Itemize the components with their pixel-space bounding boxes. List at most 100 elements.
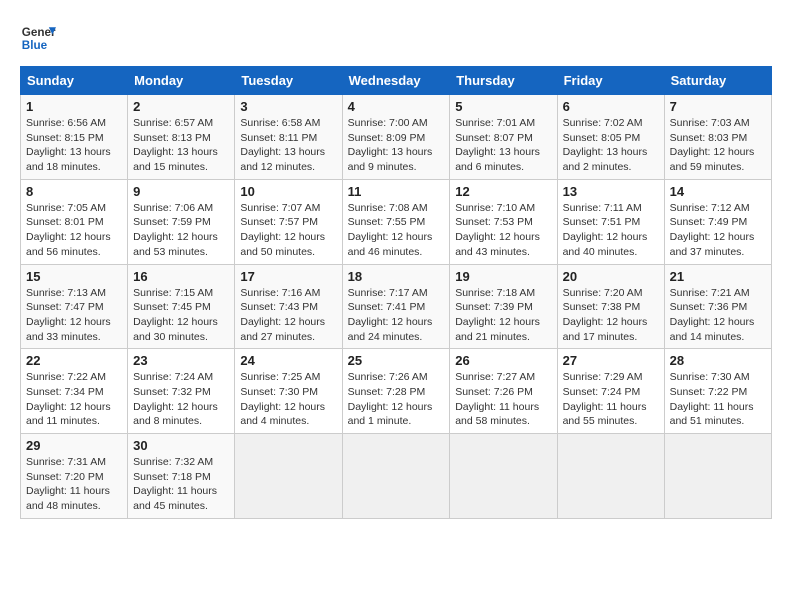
calendar-cell: 14 Sunrise: 7:12 AMSunset: 7:49 PMDaylig… bbox=[664, 179, 771, 264]
day-number: 6 bbox=[563, 99, 659, 114]
calendar-cell: 11 Sunrise: 7:08 AMSunset: 7:55 PMDaylig… bbox=[342, 179, 450, 264]
calendar-cell: 21 Sunrise: 7:21 AMSunset: 7:36 PMDaylig… bbox=[664, 264, 771, 349]
day-header-friday: Friday bbox=[557, 67, 664, 95]
day-number: 4 bbox=[348, 99, 445, 114]
day-info: Sunrise: 7:10 AMSunset: 7:53 PMDaylight:… bbox=[455, 201, 551, 260]
page-header: General Blue bbox=[20, 20, 772, 56]
day-info: Sunrise: 7:16 AMSunset: 7:43 PMDaylight:… bbox=[240, 286, 336, 345]
day-info: Sunrise: 7:31 AMSunset: 7:20 PMDaylight:… bbox=[26, 455, 122, 514]
day-number: 8 bbox=[26, 184, 122, 199]
calendar-table: SundayMondayTuesdayWednesdayThursdayFrid… bbox=[20, 66, 772, 519]
logo-icon: General Blue bbox=[20, 20, 56, 56]
calendar-week-5: 29 Sunrise: 7:31 AMSunset: 7:20 PMDaylig… bbox=[21, 434, 772, 519]
day-number: 28 bbox=[670, 353, 766, 368]
day-info: Sunrise: 7:00 AMSunset: 8:09 PMDaylight:… bbox=[348, 116, 445, 175]
calendar-cell: 2 Sunrise: 6:57 AMSunset: 8:13 PMDayligh… bbox=[128, 95, 235, 180]
calendar-cell: 19 Sunrise: 7:18 AMSunset: 7:39 PMDaylig… bbox=[450, 264, 557, 349]
calendar-cell: 1 Sunrise: 6:56 AMSunset: 8:15 PMDayligh… bbox=[21, 95, 128, 180]
day-info: Sunrise: 6:58 AMSunset: 8:11 PMDaylight:… bbox=[240, 116, 336, 175]
day-info: Sunrise: 7:03 AMSunset: 8:03 PMDaylight:… bbox=[670, 116, 766, 175]
day-info: Sunrise: 7:24 AMSunset: 7:32 PMDaylight:… bbox=[133, 370, 229, 429]
calendar-cell: 24 Sunrise: 7:25 AMSunset: 7:30 PMDaylig… bbox=[235, 349, 342, 434]
day-info: Sunrise: 7:29 AMSunset: 7:24 PMDaylight:… bbox=[563, 370, 659, 429]
day-info: Sunrise: 7:17 AMSunset: 7:41 PMDaylight:… bbox=[348, 286, 445, 345]
day-info: Sunrise: 7:11 AMSunset: 7:51 PMDaylight:… bbox=[563, 201, 659, 260]
calendar-week-4: 22 Sunrise: 7:22 AMSunset: 7:34 PMDaylig… bbox=[21, 349, 772, 434]
day-info: Sunrise: 7:25 AMSunset: 7:30 PMDaylight:… bbox=[240, 370, 336, 429]
day-number: 23 bbox=[133, 353, 229, 368]
day-header-tuesday: Tuesday bbox=[235, 67, 342, 95]
calendar-cell: 6 Sunrise: 7:02 AMSunset: 8:05 PMDayligh… bbox=[557, 95, 664, 180]
calendar-cell: 23 Sunrise: 7:24 AMSunset: 7:32 PMDaylig… bbox=[128, 349, 235, 434]
day-number: 13 bbox=[563, 184, 659, 199]
day-number: 26 bbox=[455, 353, 551, 368]
day-number: 11 bbox=[348, 184, 445, 199]
day-header-monday: Monday bbox=[128, 67, 235, 95]
day-number: 1 bbox=[26, 99, 122, 114]
calendar-cell: 26 Sunrise: 7:27 AMSunset: 7:26 PMDaylig… bbox=[450, 349, 557, 434]
calendar-cell: 13 Sunrise: 7:11 AMSunset: 7:51 PMDaylig… bbox=[557, 179, 664, 264]
calendar-cell: 30 Sunrise: 7:32 AMSunset: 7:18 PMDaylig… bbox=[128, 434, 235, 519]
day-header-sunday: Sunday bbox=[21, 67, 128, 95]
day-number: 2 bbox=[133, 99, 229, 114]
day-number: 17 bbox=[240, 269, 336, 284]
day-number: 22 bbox=[26, 353, 122, 368]
day-info: Sunrise: 6:56 AMSunset: 8:15 PMDaylight:… bbox=[26, 116, 122, 175]
day-header-wednesday: Wednesday bbox=[342, 67, 450, 95]
day-info: Sunrise: 7:13 AMSunset: 7:47 PMDaylight:… bbox=[26, 286, 122, 345]
calendar-cell bbox=[235, 434, 342, 519]
day-info: Sunrise: 7:18 AMSunset: 7:39 PMDaylight:… bbox=[455, 286, 551, 345]
day-info: Sunrise: 7:07 AMSunset: 7:57 PMDaylight:… bbox=[240, 201, 336, 260]
calendar-week-3: 15 Sunrise: 7:13 AMSunset: 7:47 PMDaylig… bbox=[21, 264, 772, 349]
day-info: Sunrise: 7:22 AMSunset: 7:34 PMDaylight:… bbox=[26, 370, 122, 429]
calendar-cell: 29 Sunrise: 7:31 AMSunset: 7:20 PMDaylig… bbox=[21, 434, 128, 519]
calendar-cell: 7 Sunrise: 7:03 AMSunset: 8:03 PMDayligh… bbox=[664, 95, 771, 180]
day-info: Sunrise: 7:26 AMSunset: 7:28 PMDaylight:… bbox=[348, 370, 445, 429]
day-number: 18 bbox=[348, 269, 445, 284]
day-number: 25 bbox=[348, 353, 445, 368]
calendar-cell: 4 Sunrise: 7:00 AMSunset: 8:09 PMDayligh… bbox=[342, 95, 450, 180]
day-info: Sunrise: 6:57 AMSunset: 8:13 PMDaylight:… bbox=[133, 116, 229, 175]
calendar-week-2: 8 Sunrise: 7:05 AMSunset: 8:01 PMDayligh… bbox=[21, 179, 772, 264]
calendar-cell: 10 Sunrise: 7:07 AMSunset: 7:57 PMDaylig… bbox=[235, 179, 342, 264]
day-number: 27 bbox=[563, 353, 659, 368]
calendar-cell: 17 Sunrise: 7:16 AMSunset: 7:43 PMDaylig… bbox=[235, 264, 342, 349]
day-number: 5 bbox=[455, 99, 551, 114]
calendar-cell: 27 Sunrise: 7:29 AMSunset: 7:24 PMDaylig… bbox=[557, 349, 664, 434]
calendar-cell: 20 Sunrise: 7:20 AMSunset: 7:38 PMDaylig… bbox=[557, 264, 664, 349]
calendar-cell: 12 Sunrise: 7:10 AMSunset: 7:53 PMDaylig… bbox=[450, 179, 557, 264]
day-info: Sunrise: 7:20 AMSunset: 7:38 PMDaylight:… bbox=[563, 286, 659, 345]
calendar-cell bbox=[450, 434, 557, 519]
calendar-cell: 22 Sunrise: 7:22 AMSunset: 7:34 PMDaylig… bbox=[21, 349, 128, 434]
calendar-cell: 25 Sunrise: 7:26 AMSunset: 7:28 PMDaylig… bbox=[342, 349, 450, 434]
day-number: 7 bbox=[670, 99, 766, 114]
day-number: 14 bbox=[670, 184, 766, 199]
calendar-cell: 9 Sunrise: 7:06 AMSunset: 7:59 PMDayligh… bbox=[128, 179, 235, 264]
day-number: 24 bbox=[240, 353, 336, 368]
day-number: 15 bbox=[26, 269, 122, 284]
day-header-thursday: Thursday bbox=[450, 67, 557, 95]
calendar-cell: 16 Sunrise: 7:15 AMSunset: 7:45 PMDaylig… bbox=[128, 264, 235, 349]
day-info: Sunrise: 7:21 AMSunset: 7:36 PMDaylight:… bbox=[670, 286, 766, 345]
day-info: Sunrise: 7:32 AMSunset: 7:18 PMDaylight:… bbox=[133, 455, 229, 514]
day-header-saturday: Saturday bbox=[664, 67, 771, 95]
day-number: 29 bbox=[26, 438, 122, 453]
day-number: 20 bbox=[563, 269, 659, 284]
day-number: 16 bbox=[133, 269, 229, 284]
day-number: 21 bbox=[670, 269, 766, 284]
day-number: 30 bbox=[133, 438, 229, 453]
day-number: 3 bbox=[240, 99, 336, 114]
calendar-cell: 18 Sunrise: 7:17 AMSunset: 7:41 PMDaylig… bbox=[342, 264, 450, 349]
day-info: Sunrise: 7:02 AMSunset: 8:05 PMDaylight:… bbox=[563, 116, 659, 175]
day-info: Sunrise: 7:12 AMSunset: 7:49 PMDaylight:… bbox=[670, 201, 766, 260]
day-number: 19 bbox=[455, 269, 551, 284]
day-info: Sunrise: 7:08 AMSunset: 7:55 PMDaylight:… bbox=[348, 201, 445, 260]
calendar-cell: 28 Sunrise: 7:30 AMSunset: 7:22 PMDaylig… bbox=[664, 349, 771, 434]
calendar-cell bbox=[664, 434, 771, 519]
day-info: Sunrise: 7:06 AMSunset: 7:59 PMDaylight:… bbox=[133, 201, 229, 260]
svg-text:Blue: Blue bbox=[22, 39, 48, 52]
day-info: Sunrise: 7:15 AMSunset: 7:45 PMDaylight:… bbox=[133, 286, 229, 345]
calendar-cell bbox=[557, 434, 664, 519]
day-info: Sunrise: 7:05 AMSunset: 8:01 PMDaylight:… bbox=[26, 201, 122, 260]
day-number: 10 bbox=[240, 184, 336, 199]
